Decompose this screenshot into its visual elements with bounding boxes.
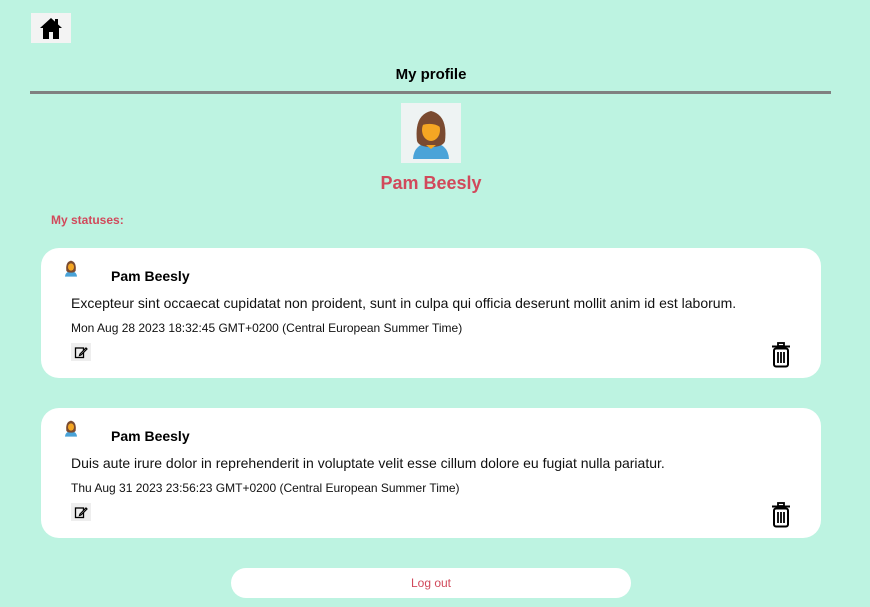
- profile-name: Pam Beesly: [380, 173, 482, 193]
- trash-icon[interactable]: [769, 342, 793, 368]
- status-card: Pam Beesly Duis aute irure dolor in repr…: [41, 408, 821, 538]
- status-date: Mon Aug 28 2023 18:32:45 GMT+0200 (Centr…: [71, 321, 463, 335]
- page-title: My profile: [395, 66, 467, 83]
- home-button[interactable]: [31, 13, 71, 43]
- profile-avatar: [401, 103, 461, 163]
- home-icon: [40, 18, 62, 39]
- edit-status-button[interactable]: [71, 503, 91, 521]
- status-date: Thu Aug 31 2023 23:56:23 GMT+0200 (Centr…: [71, 481, 460, 495]
- status-card: Pam Beesly Excepteur sint occaecat cupid…: [41, 248, 821, 378]
- edit-icon: [74, 347, 88, 359]
- trash-icon[interactable]: [769, 502, 793, 528]
- title-divider: [30, 91, 831, 94]
- status-text: Excepteur sint occaecat cupidatat non pr…: [71, 295, 737, 311]
- statuses-heading: My statuses:: [51, 213, 124, 227]
- logout-button[interactable]: Log out: [231, 568, 631, 598]
- edit-status-button[interactable]: [71, 343, 91, 361]
- status-author: Pam Beesly: [111, 428, 190, 444]
- status-author: Pam Beesly: [111, 268, 190, 284]
- user-avatar-icon: [65, 420, 77, 437]
- edit-icon: [74, 507, 88, 519]
- user-avatar-icon: [413, 111, 449, 159]
- status-text: Duis aute irure dolor in reprehenderit i…: [71, 455, 665, 471]
- user-avatar-icon: [65, 260, 77, 277]
